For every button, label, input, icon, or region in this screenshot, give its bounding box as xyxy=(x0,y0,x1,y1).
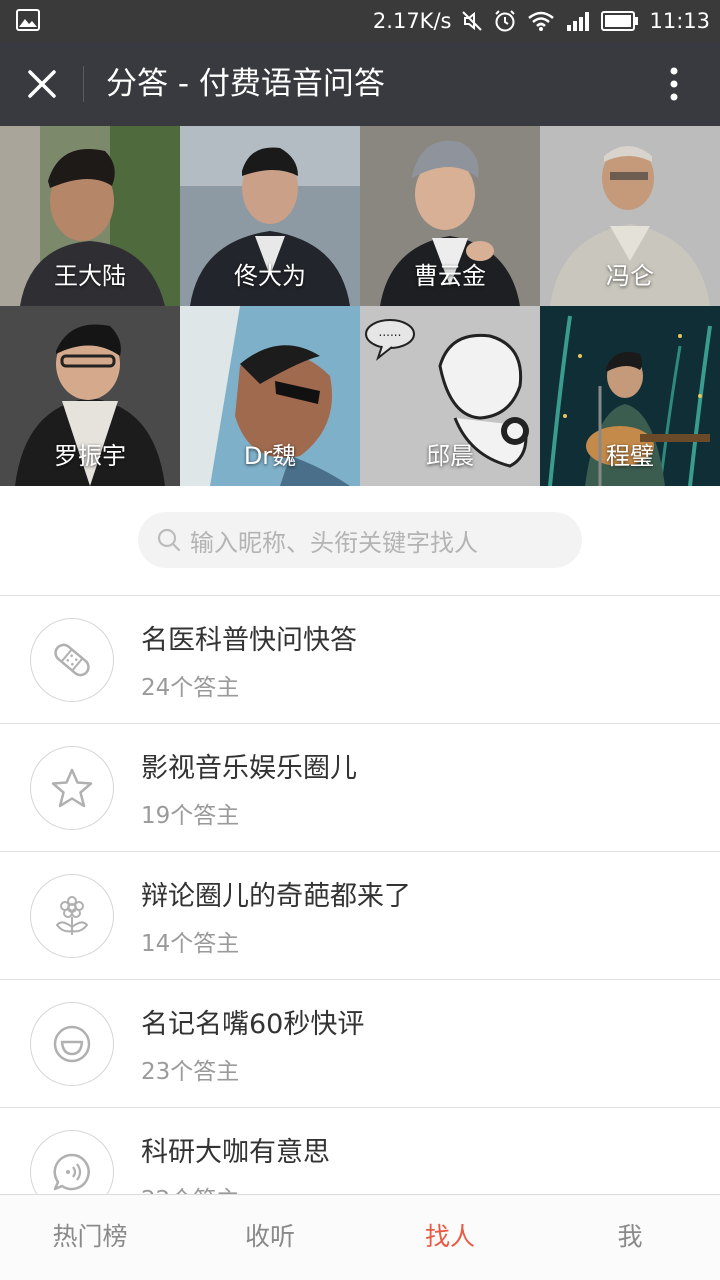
battery-icon xyxy=(601,11,639,31)
person-name: 邱晨 xyxy=(426,442,474,470)
search-placeholder: 输入昵称、头衔关键字找人 xyxy=(190,528,478,557)
network-speed: 2.17K/s xyxy=(372,9,452,33)
category-title: 影视音乐娱乐圈儿 xyxy=(141,753,357,784)
mute-icon xyxy=(462,11,483,31)
person-name: 佟大为 xyxy=(234,262,306,290)
category-title: 名医科普快问快答 xyxy=(141,625,357,656)
list-item[interactable]: 辩论圈儿的奇葩都来了 14个答主 xyxy=(0,852,720,980)
tab-hot-list[interactable]: 热门榜 xyxy=(0,1195,180,1280)
status-bar: 2.17K/s 11:13 xyxy=(0,0,720,42)
category-count: 14个答主 xyxy=(141,931,240,957)
tab-listen[interactable]: 收听 xyxy=(180,1195,360,1280)
list-item[interactable]: 影视音乐娱乐圈儿 19个答主 xyxy=(0,724,720,852)
wifi-icon xyxy=(528,11,555,31)
list-item[interactable]: 名医科普快问快答 24个答主 xyxy=(0,596,720,724)
category-icon-circle xyxy=(30,746,114,830)
category-count: 19个答主 xyxy=(141,803,240,829)
person-name: 程璧 xyxy=(606,442,654,470)
page-title: 分答 - 付费语音问答 xyxy=(106,66,385,102)
more-menu-button[interactable] xyxy=(654,64,694,104)
title-divider xyxy=(83,66,84,102)
bandage-icon xyxy=(54,643,90,677)
image-icon xyxy=(16,9,40,31)
category-title: 辩论圈儿的奇葩都来了 xyxy=(141,881,411,912)
person-name: Dr魏 xyxy=(243,442,297,470)
more-vertical-icon xyxy=(670,67,678,101)
category-icon-circle xyxy=(30,1130,114,1194)
category-icon-circle xyxy=(30,1002,114,1086)
alarm-icon xyxy=(495,10,516,32)
search-icon xyxy=(157,528,181,552)
flower-icon xyxy=(55,896,89,935)
person-name: 冯仑 xyxy=(606,262,654,290)
bottom-tab-bar: 热门榜 收听 找人 我 xyxy=(0,1194,720,1280)
search-section: 输入昵称、头衔关键字找人 xyxy=(0,486,720,596)
person-name: 曹云金 xyxy=(414,262,486,290)
person-tile[interactable]: 王大陆 xyxy=(0,126,180,306)
speech-bubble-icon xyxy=(53,1153,90,1191)
star-icon xyxy=(51,768,93,808)
search-input[interactable]: 输入昵称、头衔关键字找人 xyxy=(138,512,582,568)
person-name: 罗振宇 xyxy=(54,442,126,470)
close-icon xyxy=(28,70,56,98)
person-tile[interactable]: 冯仑 xyxy=(540,126,720,306)
person-tile[interactable]: 程璧 xyxy=(540,306,720,486)
person-tile[interactable]: 佟大为 xyxy=(180,126,360,306)
tab-find-people[interactable]: 找人 xyxy=(360,1195,540,1280)
category-icon-circle xyxy=(30,874,114,958)
smile-icon xyxy=(53,1025,91,1063)
close-button[interactable] xyxy=(20,62,64,106)
tab-me[interactable]: 我 xyxy=(540,1195,720,1280)
person-tile[interactable]: Dr魏 xyxy=(180,306,360,486)
clock: 11:13 xyxy=(649,9,710,33)
title-bar: 分答 - 付费语音问答 xyxy=(0,42,720,126)
list-item[interactable]: 名记名嘴60秒快评 23个答主 xyxy=(0,980,720,1108)
person-name: 王大陆 xyxy=(54,262,126,290)
category-title: 科研大咖有意思 xyxy=(141,1137,330,1168)
category-title: 名记名嘴60秒快评 xyxy=(141,1009,365,1040)
category-count: 24个答主 xyxy=(141,675,240,701)
category-list: 名医科普快问快答 24个答主 影视音乐娱乐圈儿 19个答主 辩论圈儿的奇葩都来了… xyxy=(0,596,720,1194)
person-tile[interactable]: 曹云金 xyxy=(360,126,540,306)
svg-text:......: ...... xyxy=(379,325,402,339)
list-item[interactable]: 科研大咖有意思 22个答主 xyxy=(0,1108,720,1194)
category-icon-circle xyxy=(30,618,114,702)
person-tile[interactable]: ...... 邱晨 xyxy=(360,306,540,486)
category-count: 23个答主 xyxy=(141,1059,240,1085)
featured-people-grid: 王大陆 佟大为 曹云金 冯仑 罗振宇 Dr魏 ...... 邱晨 程璧 xyxy=(0,126,720,486)
person-tile[interactable]: 罗振宇 xyxy=(0,306,180,486)
signal-icon xyxy=(567,12,590,31)
category-count: 22个答主 xyxy=(141,1180,239,1194)
